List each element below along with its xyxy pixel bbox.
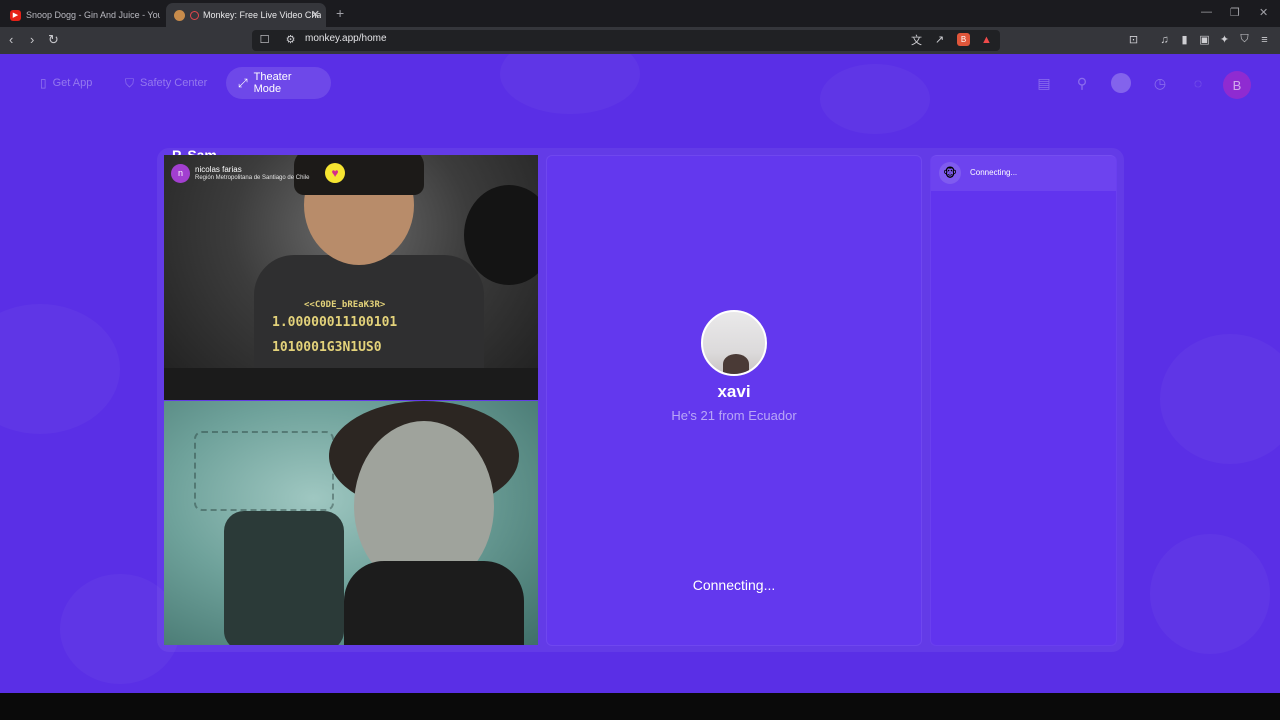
recording-icon xyxy=(190,10,199,20)
partner-hair xyxy=(294,155,424,195)
phone-icon: ▯ xyxy=(40,76,47,90)
get-app-label: Get App xyxy=(52,77,93,89)
close-window-icon[interactable]: ✕ xyxy=(1259,6,1268,19)
shield-icon: ⛉ xyxy=(125,75,135,90)
forward-icon[interactable]: › xyxy=(30,32,34,47)
wallet-icon[interactable]: ▣ xyxy=(1198,33,1211,46)
monkey-icon xyxy=(174,9,185,21)
tab-title: Monkey: Free Live Video Cha xyxy=(203,10,322,20)
chat-status: Connecting... xyxy=(970,168,1018,177)
user-avatar[interactable]: B xyxy=(1223,71,1251,99)
shirt-text-1: <<C0DE_bREaK3R> xyxy=(304,300,386,310)
partner-avatar: n xyxy=(171,163,190,183)
chat-bubble-icon[interactable]: ◌ xyxy=(1188,73,1208,93)
reload-icon[interactable]: ↻ xyxy=(48,32,59,48)
tab-title: Snoop Dogg - Gin And Juice - YouTu xyxy=(26,10,160,20)
chat-panel xyxy=(930,155,1117,646)
gift-icon[interactable]: ▤ xyxy=(1034,73,1054,93)
restore-icon[interactable]: ❐ xyxy=(1230,6,1240,19)
back-icon[interactable]: ‹ xyxy=(9,32,13,47)
vpn-icon[interactable]: ⛉ xyxy=(1238,33,1251,46)
profile-pic-icon[interactable] xyxy=(1111,73,1131,93)
theater-mode-button[interactable]: ⤢ Theater Mode xyxy=(226,67,331,99)
shirt-text-3: 1010001G3N1US0 xyxy=(272,340,382,355)
tab-monkey[interactable]: Monkey: Free Live Video Cha ✕ xyxy=(166,3,326,27)
partner-name: nicolas farias xyxy=(195,164,242,174)
close-tab-icon[interactable]: ✕ xyxy=(311,8,320,21)
bookmark-icon[interactable]: ☐ xyxy=(258,33,271,46)
sidebar-icon[interactable]: ▮ xyxy=(1178,33,1191,46)
partner-video: <<C0DE_bREaK3R> 1.00000011100101 1010001… xyxy=(164,155,538,400)
wall-graffiti xyxy=(194,431,334,511)
music-icon[interactable]: ♫ xyxy=(1158,33,1171,46)
translate-icon[interactable]: 文 xyxy=(910,33,923,47)
theater-mode-label: Theater Mode xyxy=(253,71,292,95)
browser-tab-bar: ▶ Snoop Dogg - Gin And Juice - YouTu Mon… xyxy=(0,0,1280,27)
connecting-status: Connecting... xyxy=(692,577,776,593)
tab-youtube[interactable]: ▶ Snoop Dogg - Gin And Juice - YouTu xyxy=(2,3,160,27)
rewards-icon[interactable]: ▲ xyxy=(980,33,993,46)
screenshot-icon[interactable]: ⊡ xyxy=(1127,33,1140,46)
share-icon[interactable]: ↗ xyxy=(933,33,946,46)
self-video xyxy=(164,401,538,645)
search-icon[interactable]: ⚲ xyxy=(1072,73,1092,93)
chair xyxy=(224,511,344,645)
menu-icon[interactable]: ≡ xyxy=(1258,33,1271,46)
browser-toolbar: ‹ › ↻ xyxy=(0,27,1280,54)
url-text[interactable]: monkey.app/home xyxy=(305,33,387,44)
site-info-icon[interactable]: ⚙ xyxy=(284,33,297,46)
partner-overlay-label: P. Sam xyxy=(172,147,217,155)
partner-location: Región Metropolitana de Santiago de Chil… xyxy=(195,174,310,181)
keyboard xyxy=(164,368,538,400)
history-icon[interactable]: ◷ xyxy=(1150,73,1170,93)
match-name: xavi xyxy=(717,382,751,401)
match-avatar xyxy=(701,310,767,376)
brave-shield-icon[interactable]: B xyxy=(957,33,970,46)
partner-tag[interactable]: n nicolas farias Región Metropolitana de… xyxy=(171,162,309,184)
safety-center-label: Safety Center xyxy=(140,77,208,89)
safety-center-button[interactable]: ⛉ Safety Center xyxy=(113,67,219,99)
taskbar-strip xyxy=(0,693,1280,720)
match-info: He's 21 from Ecuador xyxy=(671,408,797,423)
new-tab-icon[interactable]: + xyxy=(336,5,344,21)
youtube-icon: ▶ xyxy=(10,9,21,21)
monkey-icon: 🐵 xyxy=(939,162,961,184)
shirt-text-2: 1.00000011100101 xyxy=(272,315,398,330)
get-app-button[interactable]: ▯ Get App xyxy=(28,67,104,99)
expand-icon: ⤢ xyxy=(238,75,248,90)
ai-icon[interactable]: ✦ xyxy=(1218,33,1231,46)
minimize-icon[interactable]: — xyxy=(1201,6,1212,18)
heart-icon[interactable]: ♥ xyxy=(325,163,345,183)
self-body xyxy=(344,561,524,645)
